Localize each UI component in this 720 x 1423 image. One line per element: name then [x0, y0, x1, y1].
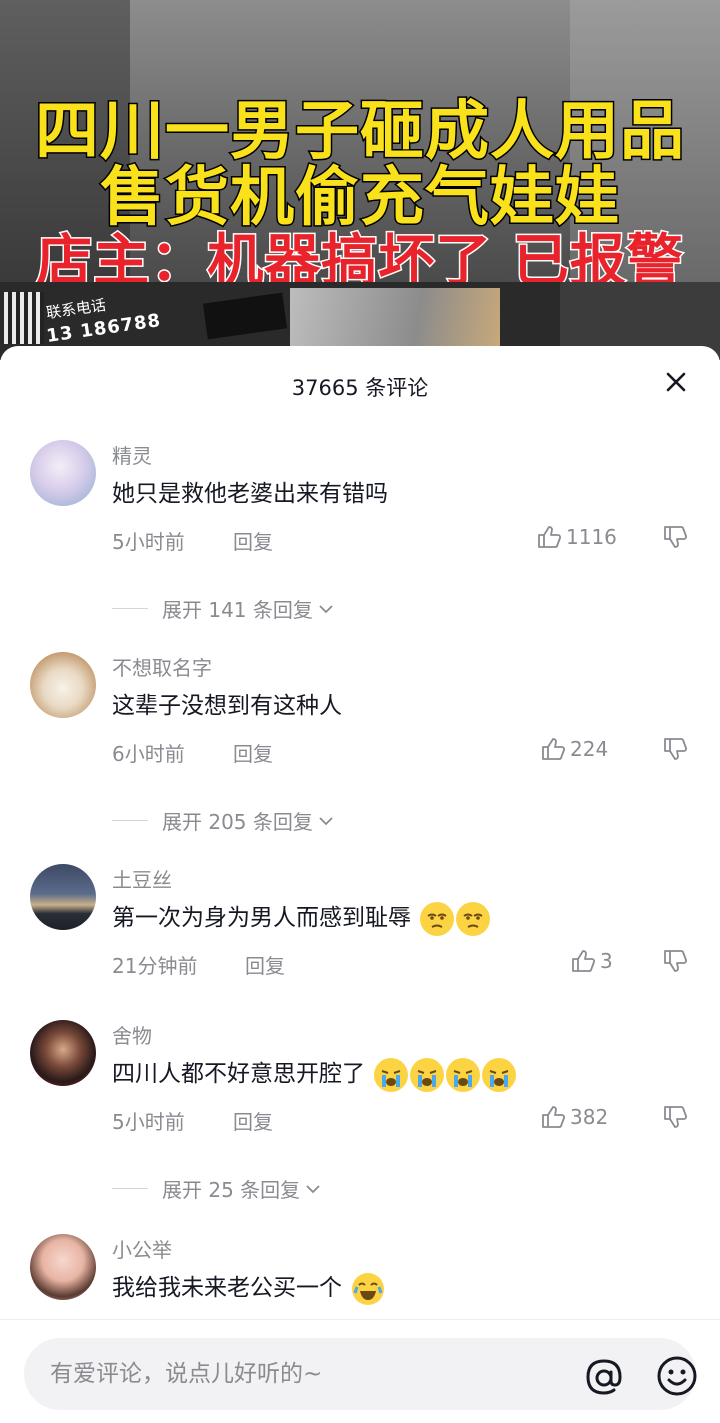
expand-replies-label: 展开 205 条回复	[162, 810, 313, 834]
comment-username[interactable]: 舍物	[112, 1020, 152, 1049]
at-icon[interactable]	[584, 1358, 624, 1398]
thumbs-down-icon[interactable]	[662, 1104, 688, 1130]
chevron-down-icon	[319, 816, 333, 825]
thumbs-up-icon	[572, 950, 596, 972]
laugh-cry-emoji	[351, 1272, 385, 1306]
comment-username[interactable]: 土豆丝	[112, 864, 172, 893]
expand-replies-button[interactable]: 展开 205 条回复	[112, 806, 335, 835]
comment-input-box[interactable]	[24, 1338, 698, 1410]
thumbs-up-icon	[542, 1106, 566, 1128]
comment-username[interactable]: 精灵	[112, 440, 152, 469]
reply-button[interactable]: 回复	[233, 526, 273, 555]
comment-item: 精灵 她只是救他老婆出来有错吗 5小时前 回复 1116	[0, 440, 720, 560]
comment-time: 5小时前	[112, 530, 185, 554]
divider-line	[112, 1188, 148, 1189]
thumbs-down-icon[interactable]	[662, 736, 688, 762]
avatar[interactable]	[30, 1020, 96, 1086]
comment-text: 她只是救他老婆出来有错吗	[112, 481, 388, 507]
avatar[interactable]	[30, 652, 96, 718]
comment-time: 5小时前	[112, 1110, 185, 1134]
emoji-icon[interactable]	[656, 1355, 698, 1397]
qr-code-image	[4, 292, 44, 344]
comment-text-body: 第一次为身为男人而感到耻辱	[112, 905, 411, 931]
chevron-down-icon	[319, 604, 333, 613]
sweat-emoji	[456, 901, 491, 936]
crying-emoji	[374, 1057, 409, 1092]
expand-replies-button[interactable]: 展开 25 条回复	[112, 1174, 322, 1203]
avatar[interactable]	[30, 864, 96, 930]
expand-replies-label: 展开 141 条回复	[162, 598, 313, 622]
divider-line	[112, 820, 148, 821]
comment-input-bar	[0, 1319, 720, 1423]
thumbs-up-icon	[542, 738, 566, 760]
expand-replies-button[interactable]: 展开 141 条回复	[112, 594, 335, 623]
comment-text-body: 四川人都不好意思开腔了	[112, 1061, 365, 1087]
comment-time: 6小时前	[112, 742, 185, 766]
reply-button[interactable]: 回复	[233, 1106, 273, 1135]
thumbs-down-icon[interactable]	[662, 524, 688, 550]
comment-text: 这辈子没想到有这种人	[112, 693, 342, 719]
expand-replies-label: 展开 25 条回复	[162, 1178, 301, 1202]
like-count: 382	[570, 1105, 609, 1129]
comment-time: 21分钟前	[112, 954, 198, 978]
close-button[interactable]	[660, 366, 692, 398]
crying-emoji	[446, 1057, 481, 1092]
like-button[interactable]: 224	[540, 736, 608, 762]
comment-username[interactable]: 不想取名字	[112, 652, 212, 681]
reply-button[interactable]: 回复	[233, 738, 273, 767]
like-button[interactable]: 1116	[536, 524, 617, 550]
comment-input[interactable]	[50, 1352, 550, 1396]
comment-count-title: 37665 条评论	[291, 376, 429, 400]
sweat-emoji	[420, 901, 455, 936]
like-count: 224	[570, 737, 609, 761]
reply-button[interactable]: 回复	[245, 950, 285, 979]
comment-sheet: 37665 条评论 精灵 她只是救他老婆出来有错吗 5小时前 回复 1116 展…	[0, 346, 720, 1423]
comment-text-body: 我给我未来老公买一个	[112, 1275, 342, 1301]
video-preview[interactable]: 四川一男子砸成人用品 售货机偷充气娃娃 店主：机器搞坏了 已报警 联系电话 13…	[0, 0, 720, 360]
crying-emoji	[482, 1057, 517, 1092]
comment-text: 四川人都不好意思开腔了	[112, 1054, 517, 1092]
like-button[interactable]: 382	[540, 1104, 608, 1130]
comment-username[interactable]: 小公举	[112, 1234, 172, 1263]
comment-text: 第一次为身为男人而感到耻辱	[112, 898, 491, 936]
comment-item: 土豆丝 第一次为身为男人而感到耻辱 21分钟前 回复 3	[0, 864, 720, 984]
divider-line	[112, 608, 148, 609]
comment-text: 我给我未来老公买一个	[112, 1268, 385, 1306]
crying-emoji	[410, 1057, 445, 1092]
like-button[interactable]: 3	[570, 948, 613, 974]
like-count: 3	[600, 949, 613, 973]
chevron-down-icon	[306, 1184, 320, 1193]
thumbs-down-icon[interactable]	[662, 948, 688, 974]
avatar[interactable]	[30, 440, 96, 506]
comment-item: 不想取名字 这辈子没想到有这种人 6小时前 回复 224	[0, 652, 720, 772]
comment-item: 舍物 四川人都不好意思开腔了 5小时前 回复 382	[0, 1020, 720, 1140]
avatar[interactable]	[30, 1234, 96, 1300]
thumbs-up-icon	[538, 526, 562, 548]
close-icon	[666, 372, 686, 392]
like-count: 1116	[566, 525, 617, 549]
